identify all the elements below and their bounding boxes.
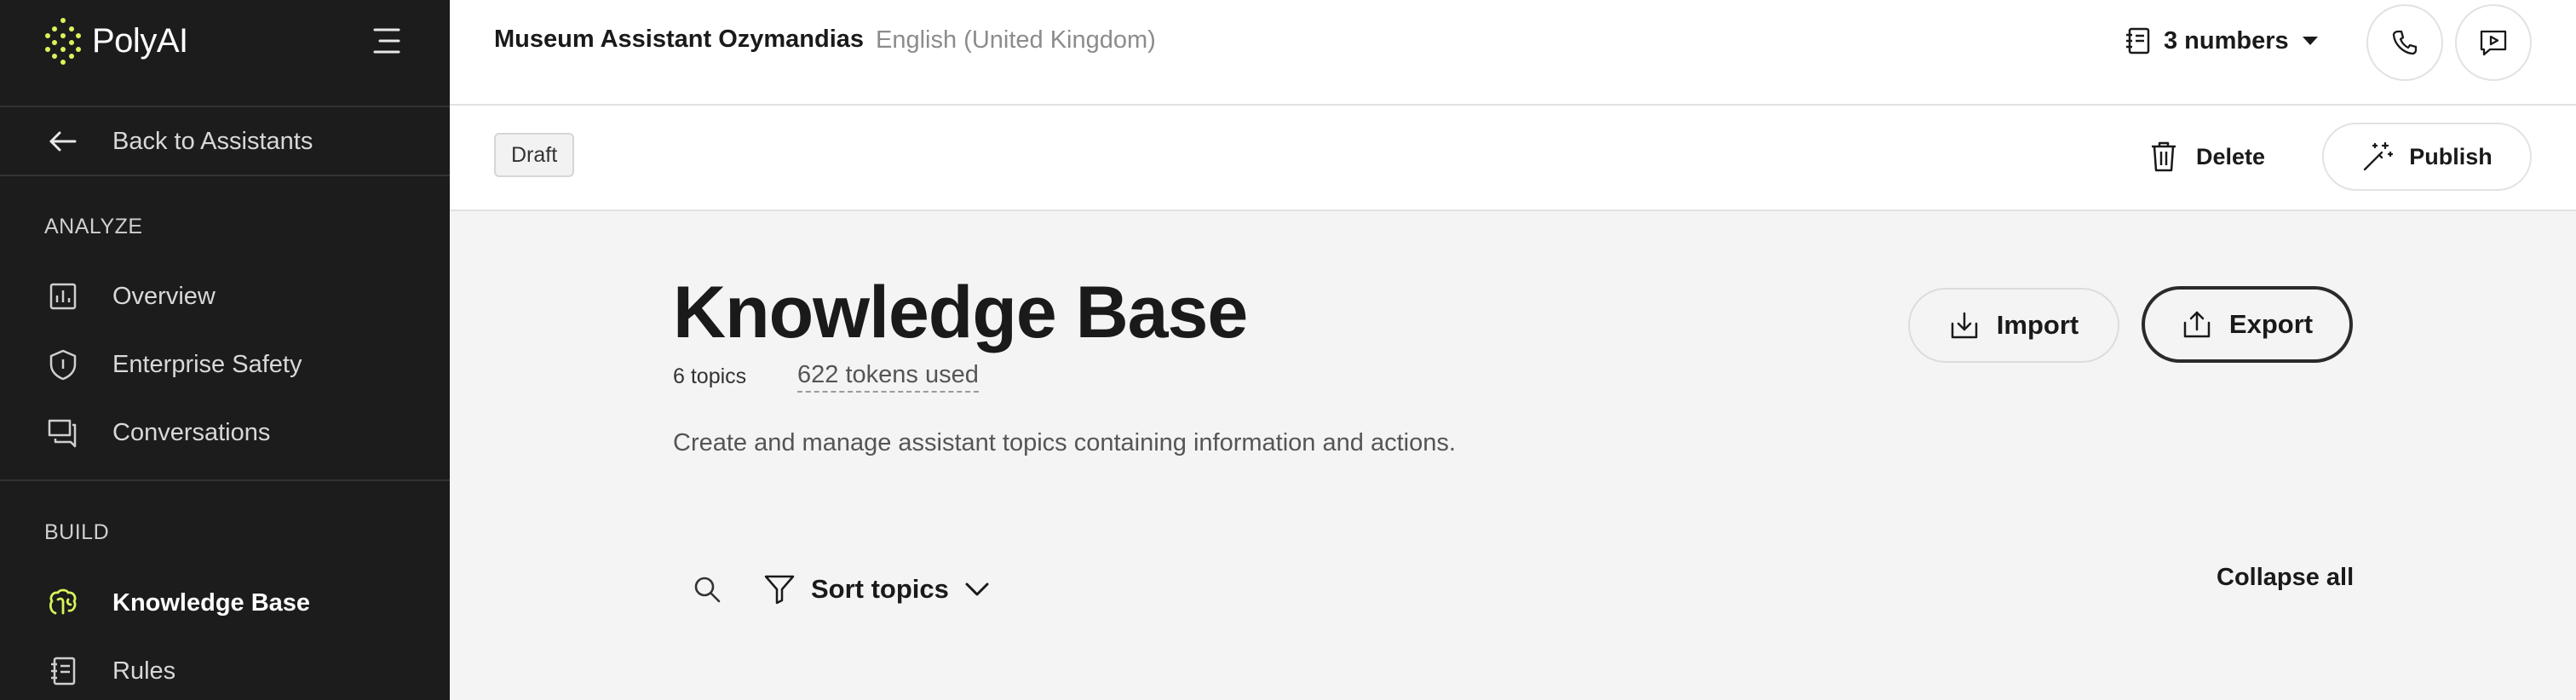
notebook-icon xyxy=(44,652,82,690)
section-label-analyze: ANALYZE xyxy=(44,215,143,238)
menu-toggle-button[interactable] xyxy=(368,26,405,56)
back-to-assistants-label: Back to Assistants xyxy=(112,127,313,155)
tokens-used[interactable]: 622 tokens used xyxy=(797,361,979,393)
assistant-language: English (United Kingdom) xyxy=(876,26,1156,54)
arrow-left-icon xyxy=(44,123,82,160)
notebook-icon xyxy=(2126,27,2150,55)
sidebar-item-label: Enterprise Safety xyxy=(112,350,302,378)
polyai-logo-icon xyxy=(45,18,81,65)
assistant-name: Museum Assistant Ozymandias xyxy=(494,26,865,53)
sidebar-divider xyxy=(0,175,450,176)
brain-icon xyxy=(44,584,82,622)
sidebar-item-label: Knowledge Base xyxy=(112,588,311,617)
export-label: Export xyxy=(2228,309,2314,339)
phone-call-button[interactable] xyxy=(2366,4,2443,81)
status-badge: Draft xyxy=(494,133,575,177)
sidebar-item-enterprise-safety[interactable]: Enterprise Safety xyxy=(0,335,450,394)
upload-icon xyxy=(2183,311,2211,338)
section-label-build: BUILD xyxy=(44,520,110,544)
sidebar-item-conversations[interactable]: Conversations xyxy=(0,403,450,462)
back-to-assistants-link[interactable]: Back to Assistants xyxy=(0,112,450,171)
export-button[interactable]: Export xyxy=(2142,286,2353,363)
trash-icon xyxy=(2152,141,2176,172)
sidebar-item-rules[interactable]: Rules xyxy=(0,641,450,700)
sort-topics-label: Sort topics xyxy=(811,574,949,604)
filter-icon xyxy=(764,575,795,605)
numbers-dropdown[interactable]: 3 numbers xyxy=(2125,20,2320,61)
hamburger-menu-icon xyxy=(373,28,400,54)
chat-icon xyxy=(44,414,82,451)
sidebar: PolyAI Back to Assistants ANALYZE Overvi… xyxy=(0,0,450,700)
sidebar-item-overview[interactable]: Overview xyxy=(0,267,450,326)
magic-wand-icon xyxy=(2364,141,2394,171)
logo[interactable]: PolyAI xyxy=(44,17,188,65)
page-title: Knowledge Base xyxy=(673,272,1248,353)
sidebar-divider xyxy=(0,479,450,481)
topics-count: 6 topics xyxy=(673,364,747,388)
delete-button[interactable]: Delete xyxy=(2150,133,2265,181)
numbers-label: 3 numbers xyxy=(2164,26,2289,55)
sidebar-item-label: Rules xyxy=(112,657,176,685)
sidebar-item-label: Overview xyxy=(112,282,216,310)
delete-label: Delete xyxy=(2196,143,2266,169)
top-header: Museum Assistant Ozymandias English (Uni… xyxy=(450,0,2576,106)
search-button[interactable] xyxy=(688,571,726,608)
logo-text: PolyAI xyxy=(92,21,188,60)
caret-down-icon xyxy=(2302,37,2318,45)
import-button[interactable]: Import xyxy=(1908,288,2119,363)
import-label: Import xyxy=(1996,310,2079,340)
publish-button[interactable]: Publish xyxy=(2322,123,2532,191)
phone-icon xyxy=(2392,30,2418,55)
search-icon xyxy=(694,577,721,603)
publish-label: Publish xyxy=(2409,143,2493,169)
sidebar-item-knowledge-base[interactable]: Knowledge Base xyxy=(0,573,450,633)
collapse-all-button[interactable]: Collapse all xyxy=(2217,564,2354,592)
chevron-down-icon xyxy=(965,582,989,596)
page-description: Create and manage assistant topics conta… xyxy=(673,429,1456,456)
shield-icon xyxy=(44,346,82,383)
sort-topics-dropdown[interactable]: Sort topics xyxy=(763,567,990,611)
download-icon xyxy=(1951,312,1978,339)
sidebar-divider xyxy=(0,106,450,107)
bar-chart-icon xyxy=(44,278,82,315)
sub-header: Draft Delete Publish xyxy=(450,106,2576,211)
chat-play-icon xyxy=(2480,30,2507,56)
sidebar-item-label: Conversations xyxy=(112,418,271,446)
chat-preview-button[interactable] xyxy=(2455,4,2532,81)
